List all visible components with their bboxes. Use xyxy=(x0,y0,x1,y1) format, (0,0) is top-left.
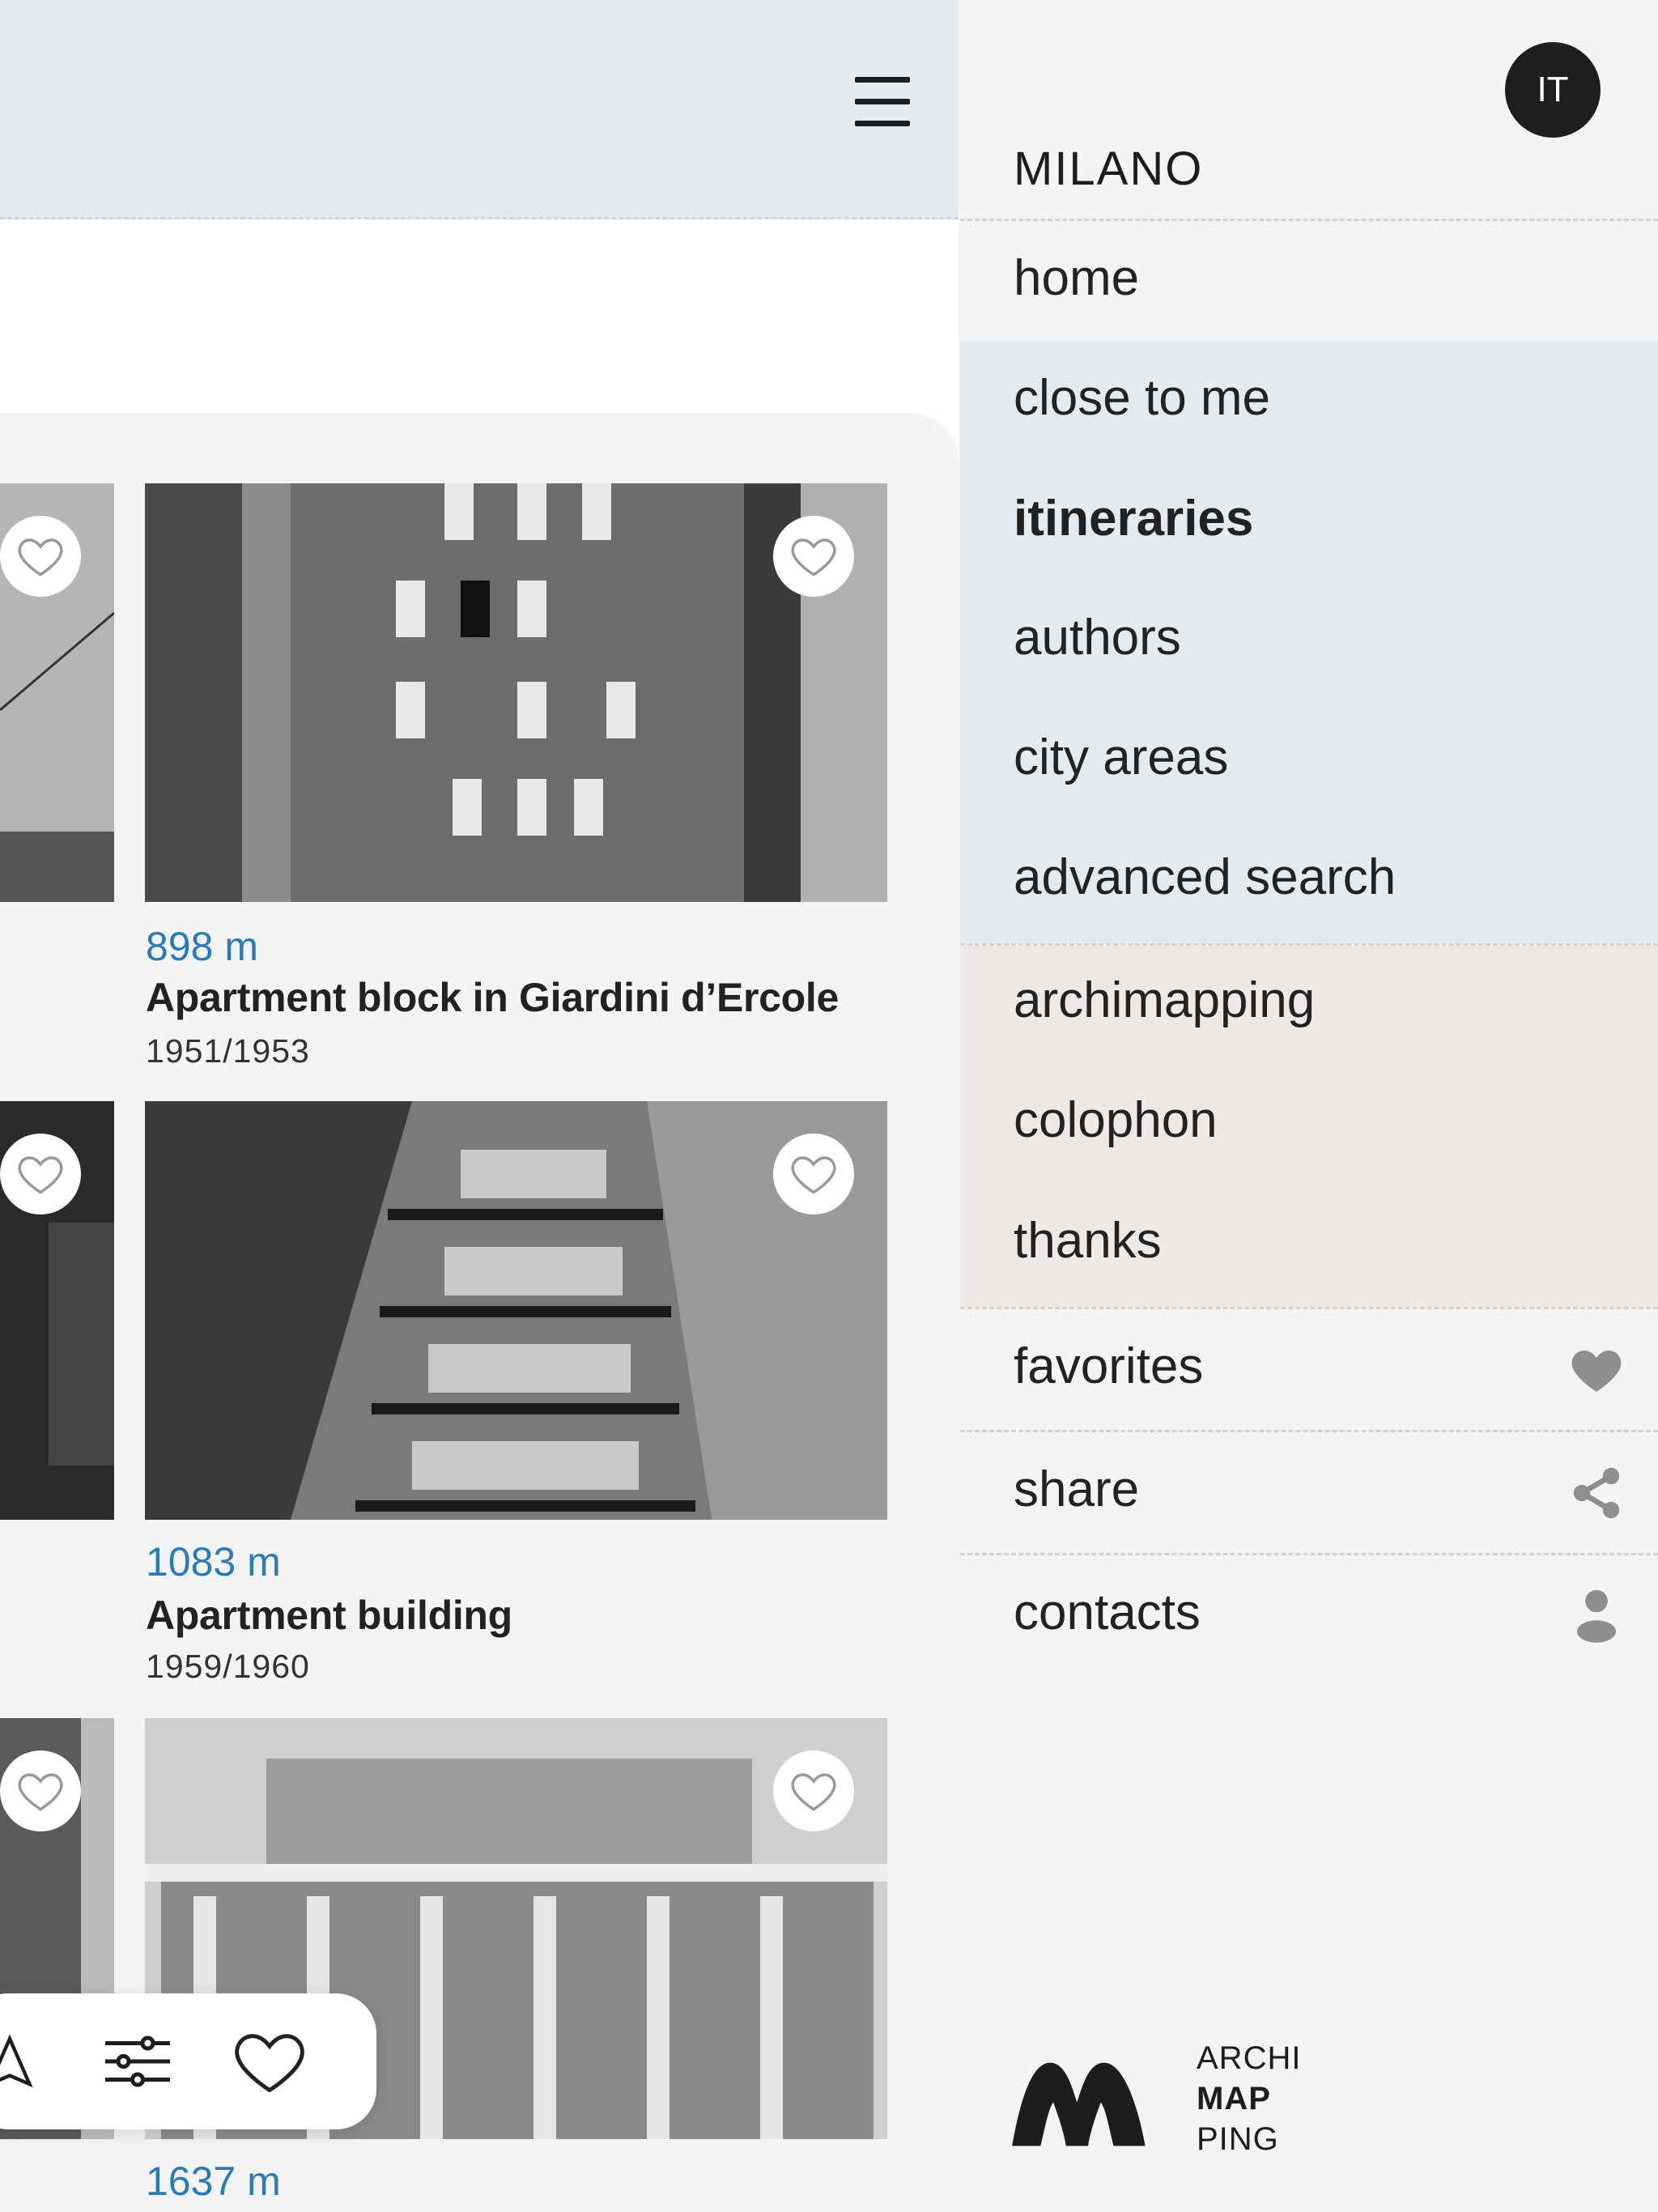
hamburger-menu-icon[interactable] xyxy=(850,77,915,127)
menu-item-advanced-search[interactable]: advanced search xyxy=(1014,849,1396,906)
heart-outline-icon[interactable] xyxy=(229,2021,310,2102)
app-header xyxy=(0,0,959,219)
filter-sliders-icon[interactable] xyxy=(97,2021,178,2102)
logo-mark xyxy=(1012,2062,1146,2146)
divider xyxy=(960,1430,1658,1432)
card-distance: 1637 m xyxy=(146,2159,281,2204)
favorite-heart-icon[interactable] xyxy=(773,1134,854,1214)
card-years: 1951/1953 xyxy=(146,1032,310,1070)
divider xyxy=(960,1553,1658,1555)
favorite-heart-icon[interactable] xyxy=(0,1750,81,1831)
card-title[interactable]: Apartment building xyxy=(146,1592,512,1639)
language-switch-button[interactable]: IT xyxy=(1505,42,1601,138)
favorite-heart-icon[interactable] xyxy=(773,1750,854,1831)
menu-item-home[interactable]: home xyxy=(1014,249,1139,307)
menu-item-colophon[interactable]: colophon xyxy=(1014,1091,1218,1149)
menu-item-authors[interactable]: authors xyxy=(1014,609,1181,666)
favorite-heart-icon[interactable] xyxy=(773,516,854,597)
menu-item-itineraries[interactable]: itineraries xyxy=(1014,490,1253,547)
person-icon xyxy=(1566,1584,1627,1645)
menu-item-thanks[interactable]: thanks xyxy=(1014,1212,1162,1270)
card-distance: 898 m xyxy=(146,924,258,969)
bottom-toolbar xyxy=(0,1993,376,2129)
menu-item-close-to-me[interactable]: close to me xyxy=(1014,369,1270,427)
logo-text-line1: ARCHI xyxy=(1197,2040,1302,2076)
menu-item-city-areas[interactable]: city areas xyxy=(1014,729,1228,786)
archimapping-logo: ARCHI MAP PING xyxy=(1012,2040,1336,2162)
menu-item-archimapping[interactable]: archimapping xyxy=(1014,972,1315,1029)
map-icon[interactable] xyxy=(0,2021,50,2102)
menu-item-contacts[interactable]: contacts xyxy=(1014,1584,1201,1641)
share-icon xyxy=(1566,1462,1627,1524)
card-distance: 1083 m xyxy=(146,1539,281,1585)
favorite-heart-icon[interactable] xyxy=(0,1134,81,1214)
logo-text-line3: PING xyxy=(1197,2121,1279,2157)
heart-icon xyxy=(1566,1339,1627,1401)
logo-text-line2: MAP xyxy=(1197,2081,1271,2116)
favorite-heart-icon[interactable] xyxy=(0,516,81,597)
divider xyxy=(960,1307,1658,1309)
menu-item-favorites[interactable]: favorites xyxy=(1014,1338,1203,1395)
menu-item-share[interactable]: share xyxy=(1014,1461,1139,1518)
city-title: MILANO xyxy=(1014,143,1204,195)
card-title[interactable]: Apartment block in Giardini d’Ercole xyxy=(146,974,839,1021)
card-years: 1959/1960 xyxy=(146,1648,310,1685)
divider xyxy=(960,219,1658,221)
